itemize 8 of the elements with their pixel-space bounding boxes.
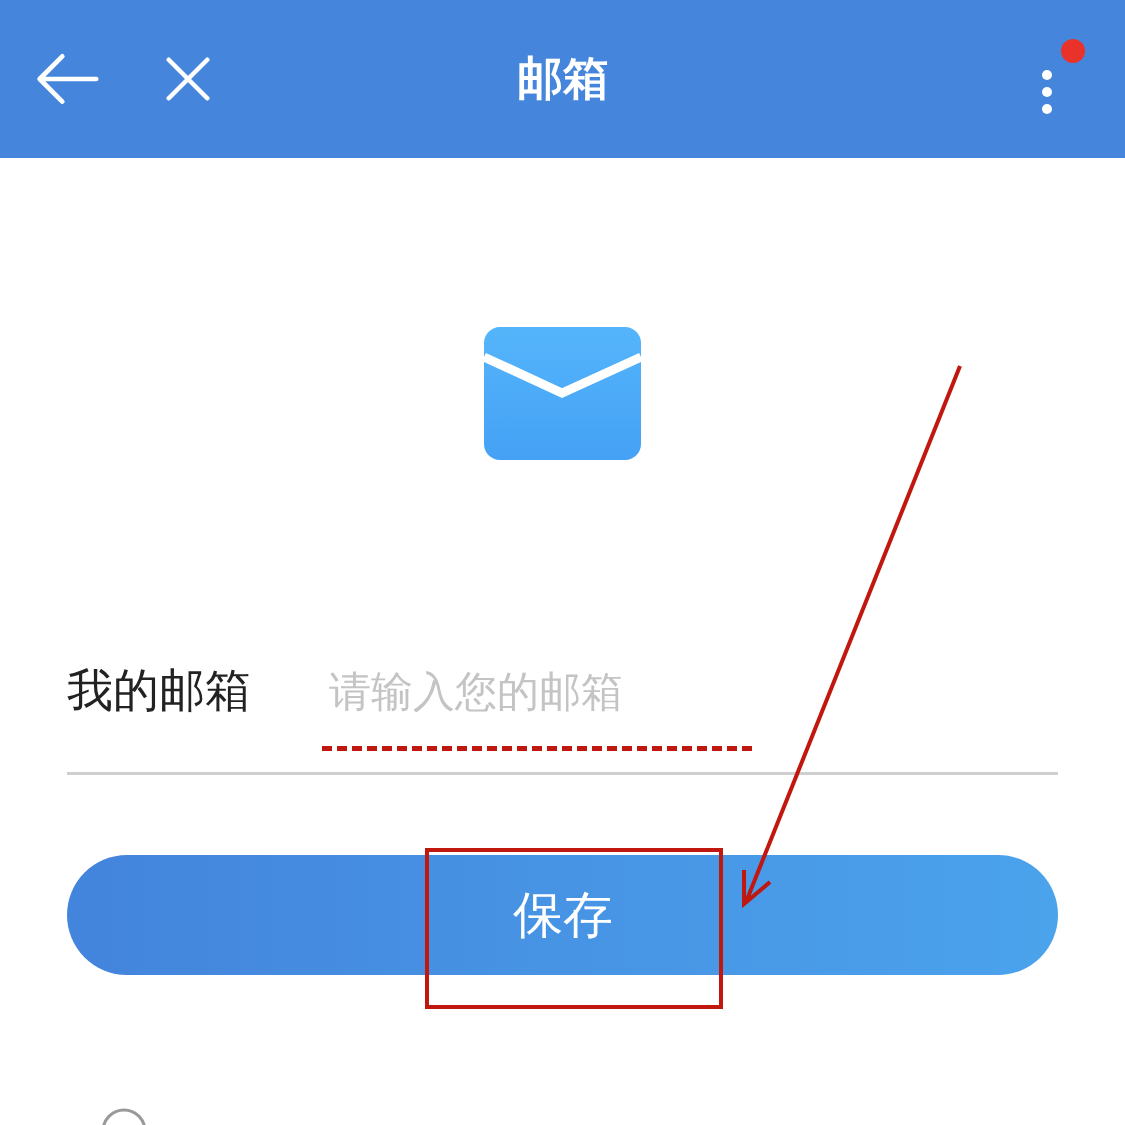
field-label: 我的邮箱 <box>67 662 252 719</box>
save-button[interactable]: 保存 <box>67 855 1058 975</box>
more-options-icon[interactable] <box>1041 69 1053 115</box>
close-icon[interactable] <box>166 54 210 104</box>
envelope-icon <box>484 327 641 460</box>
back-arrow-icon[interactable] <box>34 52 100 106</box>
email-field[interactable]: 请输入您的邮箱 <box>329 661 1058 721</box>
page-title: 邮箱 <box>515 50 610 107</box>
